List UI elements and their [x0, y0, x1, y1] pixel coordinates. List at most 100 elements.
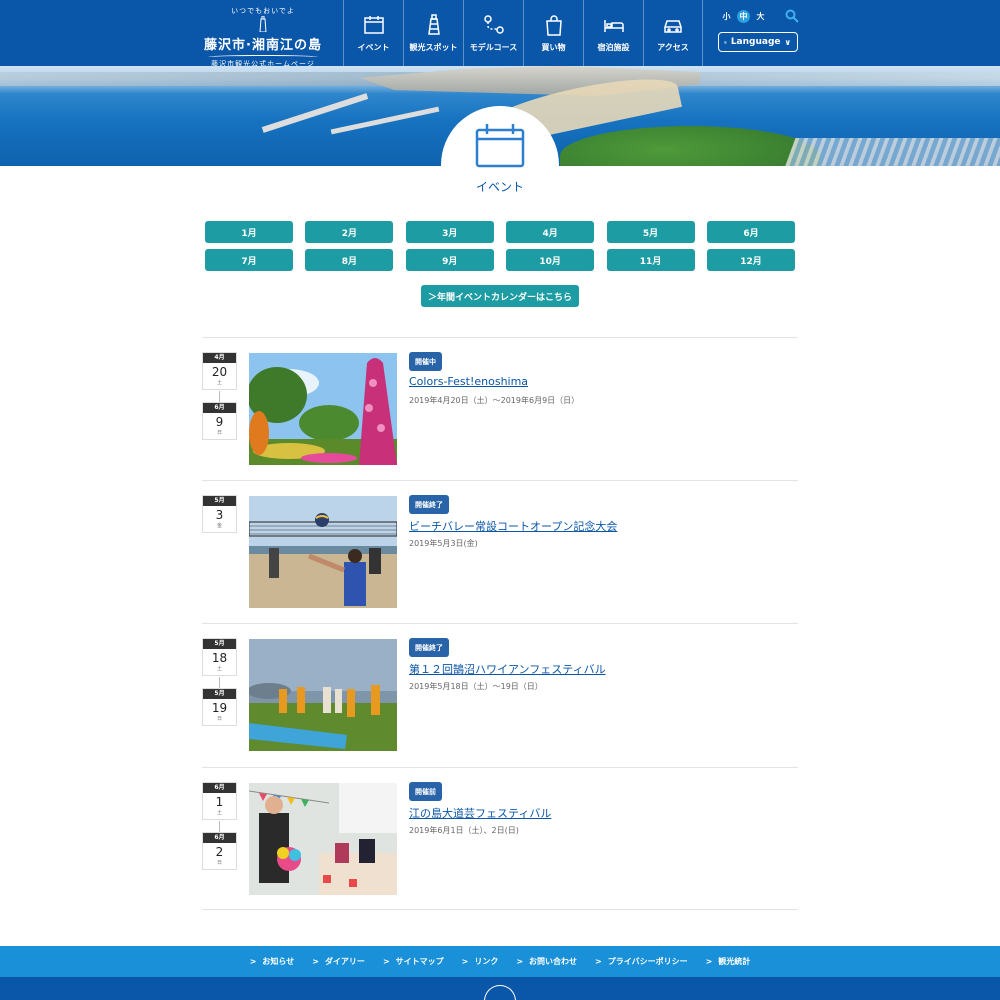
- date-month: 5月: [203, 689, 236, 699]
- event-item: 5月 3 金 開催終了 ビーチバレー常設コートオープン記念大会 2019年5月3…: [202, 480, 798, 623]
- nav-label: イベント: [357, 42, 390, 52]
- date-weekday: 土: [216, 810, 222, 816]
- event-date-text: 2019年6月1日（土）、2日(日): [409, 826, 519, 835]
- event-item: 5月 18 土 5月 19 日 開催終了 第１２回鵠沼ハワイアンフェスティバル …: [202, 623, 798, 766]
- start-date: 6月 1 土: [202, 782, 237, 820]
- language-select[interactable]: Language ∨: [718, 32, 798, 52]
- date-weekday: 日: [216, 430, 222, 436]
- month-button[interactable]: 2月: [305, 221, 394, 243]
- footer-link-privacy[interactable]: プライバシーポリシー: [595, 956, 688, 967]
- footer-logo-icon: [484, 985, 516, 1000]
- month-button[interactable]: 9月: [405, 249, 494, 271]
- date-month: 6月: [203, 833, 236, 843]
- status-badge: 開催終了: [409, 638, 449, 657]
- lighthouse-icon: [427, 13, 440, 35]
- hero-island: [560, 126, 820, 166]
- date-weekday: 日: [216, 716, 222, 722]
- search-icon[interactable]: [785, 9, 799, 23]
- logo-title: 藤沢市·湘南江の島: [204, 38, 322, 53]
- nav-accommodation[interactable]: 宿泊施設: [583, 0, 643, 66]
- event-item: 6月 1 土 6月 2 日 開催前 江の島大道芸フェスティバル 2019年6月1…: [202, 767, 798, 910]
- hula-dancers-photo: [249, 639, 397, 751]
- nav-label: アクセス: [657, 42, 689, 52]
- event-thumbnail[interactable]: [249, 496, 397, 608]
- font-size-large[interactable]: 大: [754, 10, 767, 23]
- date-day: 1: [215, 795, 224, 809]
- status-badge: 開催前: [409, 782, 442, 801]
- date-month: 6月: [203, 783, 236, 793]
- annual-calendar-button[interactable]: ＞年間イベントカレンダーはこちら: [421, 285, 579, 307]
- month-button[interactable]: 3月: [405, 221, 494, 243]
- event-title-link[interactable]: 第１２回鵠沼ハワイアンフェスティバル: [409, 661, 606, 677]
- nav-label: 宿泊施設: [597, 42, 630, 52]
- nav-model-course[interactable]: モデルコース: [463, 0, 523, 66]
- nav-shopping[interactable]: 買い物: [523, 0, 583, 66]
- nav-label: 買い物: [541, 42, 566, 52]
- car-icon: [664, 19, 682, 33]
- month-button[interactable]: 6月: [706, 221, 795, 243]
- date-day: 3: [215, 508, 224, 522]
- hero-pier: [330, 106, 440, 135]
- footer-link-sitemap[interactable]: サイトマップ: [383, 956, 444, 967]
- event-thumbnail[interactable]: [249, 783, 397, 895]
- event-title-link[interactable]: 江の島大道芸フェスティバル: [409, 805, 551, 821]
- nav-label: 観光スポット: [409, 42, 458, 52]
- month-button[interactable]: 4月: [506, 221, 595, 243]
- date-month: 4月: [203, 353, 236, 363]
- page-title: イベント: [475, 180, 524, 194]
- event-thumbnail[interactable]: [249, 639, 397, 751]
- month-button[interactable]: 12月: [706, 249, 795, 271]
- month-button[interactable]: 11月: [606, 249, 695, 271]
- date-day: 9: [215, 415, 224, 429]
- date-day: 20: [211, 365, 228, 379]
- date-weekday: 金: [216, 523, 222, 529]
- bed-icon: [603, 19, 624, 32]
- status-badge: 開催終了: [409, 495, 449, 514]
- font-size-small[interactable]: 小: [720, 10, 733, 23]
- footer-bottom: [0, 977, 1000, 1000]
- shopping-bag-icon: [545, 14, 562, 36]
- font-size-switcher: 小 中 大: [720, 10, 767, 23]
- month-button[interactable]: 7月: [205, 249, 293, 271]
- language-label: Language: [730, 37, 781, 47]
- street-performers-photo: [249, 783, 397, 895]
- site-logo[interactable]: いつでもおいでよ 藤沢市·湘南江の島 藤沢市観光公式ホームページ: [200, 4, 326, 68]
- month-buttons: 1月 2月 3月 4月 5月 6月 7月 8月 9月 10月 11月 12月: [205, 221, 795, 271]
- beach-volleyball-photo: [249, 496, 397, 608]
- font-size-medium[interactable]: 中: [737, 10, 750, 23]
- month-button[interactable]: 1月: [205, 221, 293, 243]
- footer-link-news[interactable]: お知らせ: [250, 956, 294, 967]
- date-month: 6月: [203, 403, 236, 413]
- nav-access[interactable]: アクセス: [643, 0, 703, 66]
- date-weekday: 土: [216, 666, 222, 672]
- route-icon: [483, 14, 504, 34]
- chevron-down-icon: ∨: [784, 37, 792, 47]
- lighthouse-logo-icon: [259, 16, 267, 32]
- nav-event[interactable]: イベント: [343, 0, 403, 66]
- event-item: 4月 20 土 6月 9 日 開催中 Colors-Fest!enoshima …: [202, 337, 798, 480]
- event-date-text: 2019年4月20日（土）～2019年6月9日（日）: [409, 396, 580, 405]
- nav-spots[interactable]: 観光スポット: [403, 0, 463, 66]
- event-title-link[interactable]: Colors-Fest!enoshima: [409, 375, 528, 388]
- event-date-text: 2019年5月3日(金): [409, 539, 478, 548]
- date-day: 2: [215, 845, 224, 859]
- end-date: 6月 9 日: [202, 402, 237, 440]
- event-date-text: 2019年5月18日（土）～19日（日）: [409, 682, 543, 691]
- calendar-icon: [475, 124, 525, 168]
- footer-link-statistics[interactable]: 観光統計: [706, 956, 750, 967]
- event-title-link[interactable]: ビーチバレー常設コートオープン記念大会: [409, 518, 617, 534]
- footer-nav: お知らせ ダイアリー サイトマップ リンク お問い合わせ プライバシーポリシー …: [0, 946, 1000, 977]
- event-thumbnail[interactable]: [249, 353, 397, 465]
- footer-link-contact[interactable]: お問い合わせ: [516, 956, 577, 967]
- month-button[interactable]: 8月: [305, 249, 394, 271]
- hero-marina: [784, 138, 1000, 166]
- site-header: いつでもおいでよ 藤沢市·湘南江の島 藤沢市観光公式ホームページ イベント 観光…: [0, 0, 1000, 68]
- month-button[interactable]: 10月: [506, 249, 595, 271]
- month-button[interactable]: 5月: [606, 221, 695, 243]
- globe-icon: [724, 40, 727, 44]
- status-badge: 開催中: [409, 352, 442, 371]
- start-date: 5月 18 土: [202, 638, 237, 676]
- footer-link-diary[interactable]: ダイアリー: [312, 956, 365, 967]
- footer-link-links[interactable]: リンク: [462, 956, 498, 967]
- date-month: 5月: [203, 496, 236, 506]
